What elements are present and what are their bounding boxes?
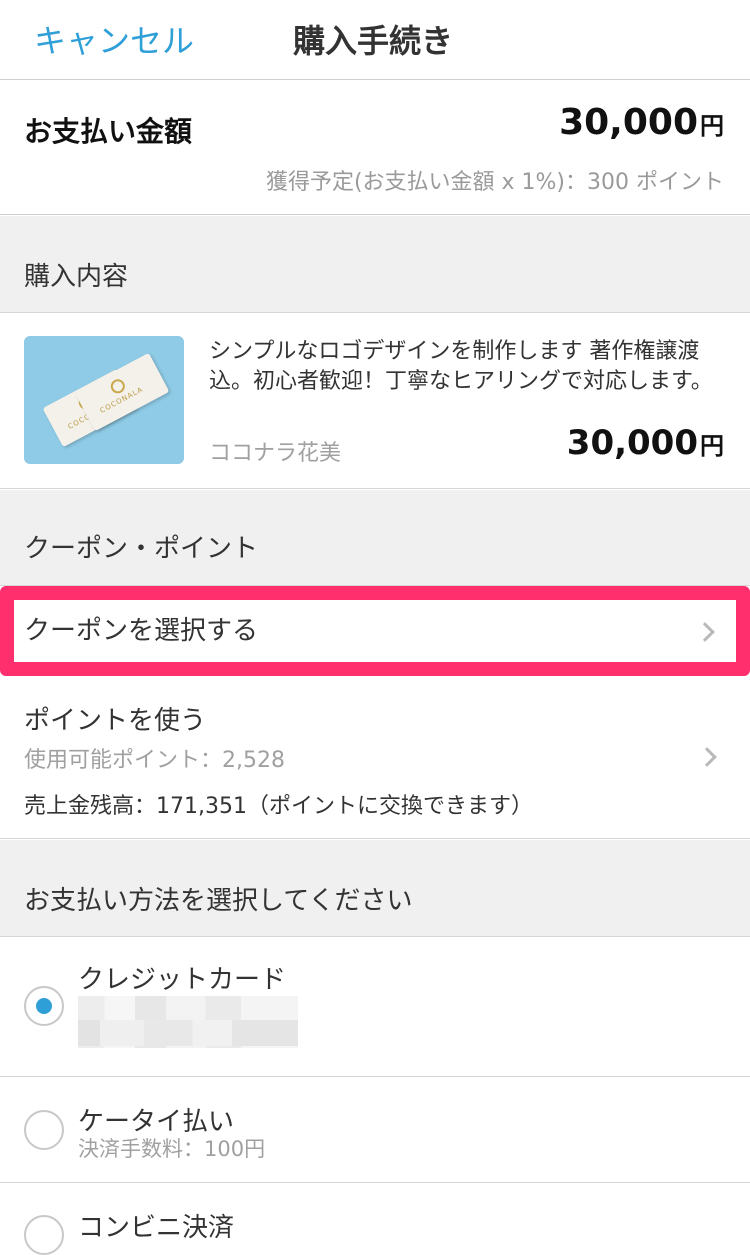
item-price-number: 30,000 xyxy=(566,423,698,463)
chevron-right-icon xyxy=(695,622,715,642)
payment-method-heading: お支払い方法を選択してください xyxy=(24,886,413,916)
item-title: シンプルなロゴデザインを制作します 著作権譲渡込。初心者歓迎！丁寧なヒアリングで… xyxy=(209,339,713,394)
payment-amount-section: お支払い金額 30,000円 獲得予定(お支払い金額 x 1%)：300 ポイン… xyxy=(0,80,750,215)
masked-card-number xyxy=(78,1020,298,1046)
payment-option-name: コンビニ決済 xyxy=(78,1213,235,1243)
coupon-points-header: クーポン・ポイント xyxy=(0,490,750,586)
payment-option-mobile[interactable]: ケータイ払い 決済手数料：100円 xyxy=(0,1077,750,1183)
payment-amount-value: 30,000円 xyxy=(559,102,724,143)
earned-points-note: 獲得予定(お支払い金額 x 1%)：300 ポイント xyxy=(265,170,724,195)
use-points-row[interactable]: ポイントを使う 使用可能ポイント：2,528 売上金残高：171,351（ポイン… xyxy=(0,676,750,839)
sales-balance: 売上金残高：171,351（ポイントに交換できます） xyxy=(24,794,533,819)
coupon-select-label: クーポンを選択する xyxy=(24,616,259,646)
chevron-right-icon xyxy=(697,747,717,767)
currency-yen: 円 xyxy=(700,432,724,460)
payment-method-header: お支払い方法を選択してください xyxy=(0,840,750,937)
nav-bar: キャンセル 購入手続き xyxy=(0,0,750,80)
radio-button-credit-card[interactable] xyxy=(24,986,64,1026)
business-card-image: COCONALA xyxy=(74,352,170,432)
item-seller: ココナラ花美 xyxy=(209,441,342,466)
purchase-item[interactable]: COCONALA COCONALA シンプルなロゴデザインを制作します 著作権譲… xyxy=(0,313,750,489)
available-points: 使用可能ポイント：2,528 xyxy=(24,748,285,773)
coupon-select-row[interactable]: クーポンを選択する xyxy=(0,586,750,676)
item-price: 30,000円 xyxy=(567,423,724,463)
radio-button-convenience-store[interactable] xyxy=(24,1215,64,1255)
radio-selected-dot xyxy=(36,998,52,1014)
payment-option-fee: 決済手数料：100円 xyxy=(78,1137,266,1161)
radio-button-mobile[interactable] xyxy=(24,1110,64,1150)
currency-yen: 円 xyxy=(700,112,724,140)
page-title-text: 購入手続き xyxy=(292,22,453,60)
payment-option-name: クレジットカード xyxy=(78,965,287,995)
purchase-contents-heading: 購入内容 xyxy=(24,262,129,292)
payment-amount-label: お支払い金額 xyxy=(24,115,193,148)
item-thumbnail: COCONALA COCONALA xyxy=(24,336,184,464)
coupon-points-heading: クーポン・ポイント xyxy=(24,534,259,564)
page-title: 購入手続き xyxy=(0,16,750,62)
purchase-contents-header: 購入内容 xyxy=(0,216,750,313)
payment-option-convenience-store[interactable]: コンビニ決済 xyxy=(0,1183,750,1255)
payment-amount-number: 30,000 xyxy=(559,102,698,143)
use-points-label: ポイントを使う xyxy=(24,706,207,736)
